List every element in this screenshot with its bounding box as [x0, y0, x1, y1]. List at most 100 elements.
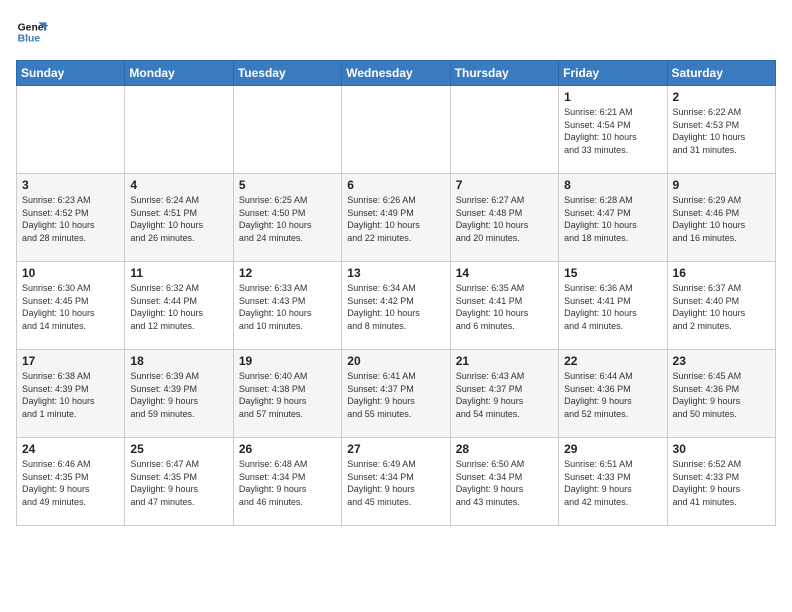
weekday-header-friday: Friday [559, 61, 667, 86]
day-number: 20 [347, 354, 444, 368]
day-info: Sunrise: 6:43 AM Sunset: 4:37 PM Dayligh… [456, 370, 553, 420]
calendar-week-1: 1 Sunrise: 6:21 AM Sunset: 4:54 PM Daylig… [17, 86, 776, 174]
day-info: Sunrise: 6:38 AM Sunset: 4:39 PM Dayligh… [22, 370, 119, 420]
calendar-cell: 21 Sunrise: 6:43 AM Sunset: 4:37 PM Dayli… [450, 350, 558, 438]
day-info: Sunrise: 6:51 AM Sunset: 4:33 PM Dayligh… [564, 458, 661, 508]
day-info: Sunrise: 6:21 AM Sunset: 4:54 PM Dayligh… [564, 106, 661, 156]
day-info: Sunrise: 6:30 AM Sunset: 4:45 PM Dayligh… [22, 282, 119, 332]
calendar-cell: 14 Sunrise: 6:35 AM Sunset: 4:41 PM Dayli… [450, 262, 558, 350]
calendar-cell [17, 86, 125, 174]
logo: General Blue [16, 16, 48, 48]
day-number: 5 [239, 178, 336, 192]
day-info: Sunrise: 6:34 AM Sunset: 4:42 PM Dayligh… [347, 282, 444, 332]
day-number: 2 [673, 90, 770, 104]
day-number: 15 [564, 266, 661, 280]
day-number: 7 [456, 178, 553, 192]
day-info: Sunrise: 6:24 AM Sunset: 4:51 PM Dayligh… [130, 194, 227, 244]
day-info: Sunrise: 6:29 AM Sunset: 4:46 PM Dayligh… [673, 194, 770, 244]
day-info: Sunrise: 6:25 AM Sunset: 4:50 PM Dayligh… [239, 194, 336, 244]
day-number: 24 [22, 442, 119, 456]
weekday-header-sunday: Sunday [17, 61, 125, 86]
weekday-header-row: SundayMondayTuesdayWednesdayThursdayFrid… [17, 61, 776, 86]
calendar-cell [233, 86, 341, 174]
day-info: Sunrise: 6:33 AM Sunset: 4:43 PM Dayligh… [239, 282, 336, 332]
day-number: 22 [564, 354, 661, 368]
day-info: Sunrise: 6:36 AM Sunset: 4:41 PM Dayligh… [564, 282, 661, 332]
day-number: 21 [456, 354, 553, 368]
day-number: 29 [564, 442, 661, 456]
page-header: General Blue [16, 16, 776, 48]
calendar-cell: 9 Sunrise: 6:29 AM Sunset: 4:46 PM Daylig… [667, 174, 775, 262]
calendar-cell: 20 Sunrise: 6:41 AM Sunset: 4:37 PM Dayli… [342, 350, 450, 438]
calendar-week-4: 17 Sunrise: 6:38 AM Sunset: 4:39 PM Dayli… [17, 350, 776, 438]
calendar-week-3: 10 Sunrise: 6:30 AM Sunset: 4:45 PM Dayli… [17, 262, 776, 350]
calendar-cell: 30 Sunrise: 6:52 AM Sunset: 4:33 PM Dayli… [667, 438, 775, 526]
weekday-header-monday: Monday [125, 61, 233, 86]
day-info: Sunrise: 6:32 AM Sunset: 4:44 PM Dayligh… [130, 282, 227, 332]
day-number: 3 [22, 178, 119, 192]
day-number: 18 [130, 354, 227, 368]
calendar-cell [450, 86, 558, 174]
day-info: Sunrise: 6:49 AM Sunset: 4:34 PM Dayligh… [347, 458, 444, 508]
day-number: 26 [239, 442, 336, 456]
calendar-cell: 2 Sunrise: 6:22 AM Sunset: 4:53 PM Daylig… [667, 86, 775, 174]
calendar-cell: 10 Sunrise: 6:30 AM Sunset: 4:45 PM Dayli… [17, 262, 125, 350]
calendar-cell: 19 Sunrise: 6:40 AM Sunset: 4:38 PM Dayli… [233, 350, 341, 438]
day-info: Sunrise: 6:46 AM Sunset: 4:35 PM Dayligh… [22, 458, 119, 508]
day-number: 9 [673, 178, 770, 192]
day-info: Sunrise: 6:26 AM Sunset: 4:49 PM Dayligh… [347, 194, 444, 244]
calendar-week-2: 3Sunrise: 6:23 AM Sunset: 4:52 PM Daylig… [17, 174, 776, 262]
day-info: Sunrise: 6:50 AM Sunset: 4:34 PM Dayligh… [456, 458, 553, 508]
calendar-body: 1 Sunrise: 6:21 AM Sunset: 4:54 PM Daylig… [17, 86, 776, 526]
calendar-table: SundayMondayTuesdayWednesdayThursdayFrid… [16, 60, 776, 526]
day-info: Sunrise: 6:41 AM Sunset: 4:37 PM Dayligh… [347, 370, 444, 420]
day-info: Sunrise: 6:40 AM Sunset: 4:38 PM Dayligh… [239, 370, 336, 420]
day-number: 6 [347, 178, 444, 192]
calendar-cell: 1 Sunrise: 6:21 AM Sunset: 4:54 PM Daylig… [559, 86, 667, 174]
day-number: 1 [564, 90, 661, 104]
calendar-cell: 23Sunrise: 6:45 AM Sunset: 4:36 PM Dayli… [667, 350, 775, 438]
calendar-cell: 28Sunrise: 6:50 AM Sunset: 4:34 PM Dayli… [450, 438, 558, 526]
calendar-cell: 8Sunrise: 6:28 AM Sunset: 4:47 PM Daylig… [559, 174, 667, 262]
calendar-cell: 25Sunrise: 6:47 AM Sunset: 4:35 PM Dayli… [125, 438, 233, 526]
calendar-cell: 26 Sunrise: 6:48 AM Sunset: 4:34 PM Dayli… [233, 438, 341, 526]
day-number: 17 [22, 354, 119, 368]
day-number: 14 [456, 266, 553, 280]
day-info: Sunrise: 6:22 AM Sunset: 4:53 PM Dayligh… [673, 106, 770, 156]
day-number: 25 [130, 442, 227, 456]
calendar-cell: 18Sunrise: 6:39 AM Sunset: 4:39 PM Dayli… [125, 350, 233, 438]
weekday-header-tuesday: Tuesday [233, 61, 341, 86]
calendar-cell: 6 Sunrise: 6:26 AM Sunset: 4:49 PM Daylig… [342, 174, 450, 262]
day-number: 30 [673, 442, 770, 456]
calendar-cell: 3Sunrise: 6:23 AM Sunset: 4:52 PM Daylig… [17, 174, 125, 262]
day-info: Sunrise: 6:48 AM Sunset: 4:34 PM Dayligh… [239, 458, 336, 508]
calendar-cell: 5 Sunrise: 6:25 AM Sunset: 4:50 PM Daylig… [233, 174, 341, 262]
day-number: 10 [22, 266, 119, 280]
day-number: 13 [347, 266, 444, 280]
calendar-cell [342, 86, 450, 174]
day-info: Sunrise: 6:28 AM Sunset: 4:47 PM Dayligh… [564, 194, 661, 244]
calendar-cell: 4Sunrise: 6:24 AM Sunset: 4:51 PM Daylig… [125, 174, 233, 262]
calendar-cell: 22Sunrise: 6:44 AM Sunset: 4:36 PM Dayli… [559, 350, 667, 438]
day-info: Sunrise: 6:37 AM Sunset: 4:40 PM Dayligh… [673, 282, 770, 332]
weekday-header-wednesday: Wednesday [342, 61, 450, 86]
day-info: Sunrise: 6:45 AM Sunset: 4:36 PM Dayligh… [673, 370, 770, 420]
weekday-header-thursday: Thursday [450, 61, 558, 86]
calendar-cell: 17 Sunrise: 6:38 AM Sunset: 4:39 PM Dayli… [17, 350, 125, 438]
calendar-cell: 29 Sunrise: 6:51 AM Sunset: 4:33 PM Dayli… [559, 438, 667, 526]
calendar-cell [125, 86, 233, 174]
day-info: Sunrise: 6:35 AM Sunset: 4:41 PM Dayligh… [456, 282, 553, 332]
logo-icon: General Blue [16, 16, 48, 48]
calendar-week-5: 24 Sunrise: 6:46 AM Sunset: 4:35 PM Dayli… [17, 438, 776, 526]
day-info: Sunrise: 6:27 AM Sunset: 4:48 PM Dayligh… [456, 194, 553, 244]
day-number: 19 [239, 354, 336, 368]
day-info: Sunrise: 6:52 AM Sunset: 4:33 PM Dayligh… [673, 458, 770, 508]
calendar-cell: 7 Sunrise: 6:27 AM Sunset: 4:48 PM Daylig… [450, 174, 558, 262]
calendar-cell: 24 Sunrise: 6:46 AM Sunset: 4:35 PM Dayli… [17, 438, 125, 526]
calendar-cell: 12Sunrise: 6:33 AM Sunset: 4:43 PM Dayli… [233, 262, 341, 350]
day-number: 11 [130, 266, 227, 280]
calendar-cell: 16Sunrise: 6:37 AM Sunset: 4:40 PM Dayli… [667, 262, 775, 350]
day-number: 27 [347, 442, 444, 456]
calendar-cell: 27 Sunrise: 6:49 AM Sunset: 4:34 PM Dayli… [342, 438, 450, 526]
calendar-cell: 11 Sunrise: 6:32 AM Sunset: 4:44 PM Dayli… [125, 262, 233, 350]
